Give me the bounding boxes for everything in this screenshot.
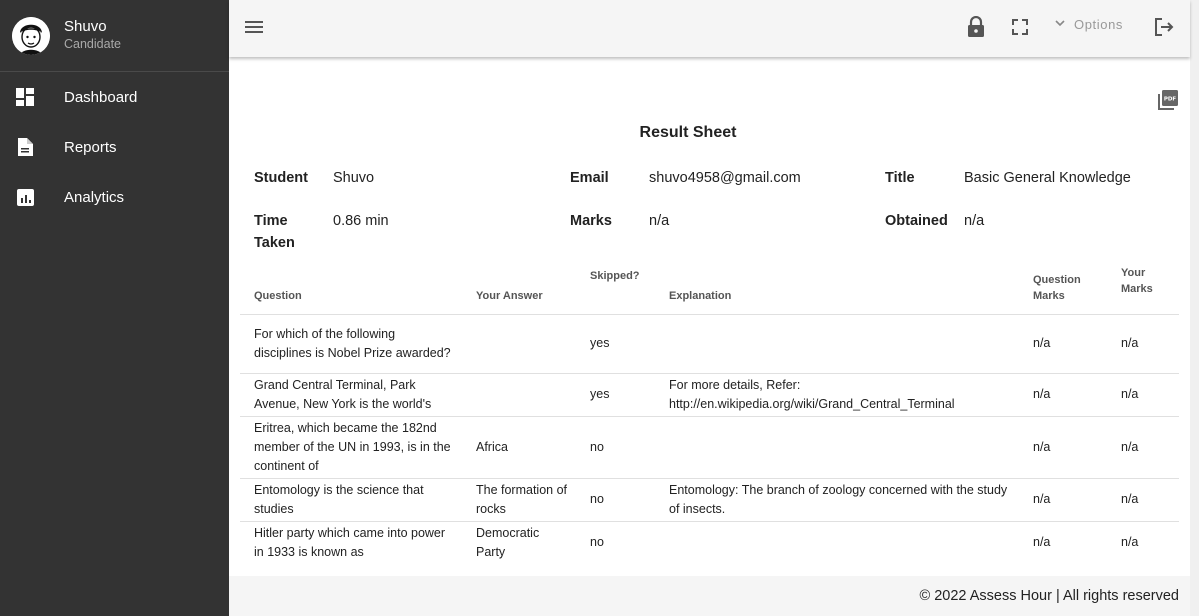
table-header-row: Question Your Answer Skipped? Explanatio… [240,260,1179,315]
email-value: shuvo4958@gmail.com [649,170,801,186]
your-marks-cell: n/a [1121,535,1139,550]
table-row: Hitler party which came into power in 19… [240,521,1179,564]
column-header-label: Your Marks [1121,266,1153,295]
marks-value: n/a [649,213,670,229]
explanation-cell [655,416,1019,479]
skipped-cell: no [576,416,655,479]
answer-cell: Democratic Party [476,525,540,559]
sidebar-item-dashboard[interactable]: Dashboard [0,72,229,122]
fullscreen-icon[interactable] [1011,18,1029,41]
obtained-value: n/a [964,213,985,229]
page-title: Result Sheet [639,124,737,141]
question-marks-cell: n/a [1019,373,1107,417]
student-label: Student [254,170,308,186]
sidebar-item-label: Reports [64,138,117,156]
explanation-cell: For more details, Refer: http://en.wikip… [655,373,1019,417]
table-row: Grand Central Terminal, Park Avenue, New… [240,373,1179,417]
chevron-down-icon [1054,17,1066,32]
your-marks-cell: n/a [1107,373,1179,417]
question-marks-cell: n/a [1019,314,1107,374]
table-row: For which of the following disciplines i… [240,314,1179,374]
student-value: Shuvo [333,170,375,186]
column-header-skipped: Skipped? [576,260,655,315]
column-header-your-answer: Your Answer [462,260,576,315]
time-taken-label: Time Taken [254,213,295,251]
scrollbar[interactable] [1190,0,1199,616]
sidebar-item-label: Dashboard [64,88,138,106]
avatar[interactable] [12,16,50,55]
explanation-cell: Entomology: The branch of zoology concer… [655,478,1019,522]
column-header-label: Question Marks [1033,273,1081,302]
menu-icon[interactable] [244,17,264,37]
sidebar-item-analytics[interactable]: Analytics [0,172,229,222]
top-bar: Options [229,0,1190,57]
your-marks-cell: n/a [1107,478,1179,522]
obtained-label: Obtained [885,213,948,229]
options-dropdown[interactable]: Options [1054,17,1123,32]
answer-cell [462,314,576,374]
question-marks-cell: n/a [1019,416,1107,479]
your-marks-cell: n/a [1107,314,1179,374]
question-cell: For which of the following disciplines i… [240,314,462,374]
column-header-question: Question [240,260,462,315]
svg-text:PDF: PDF [1164,97,1177,103]
copyright-text: © 2022 Assess Hour | All rights reserved [919,588,1179,604]
logout-icon[interactable] [1153,16,1175,43]
pdf-download-icon[interactable]: PDF [1158,90,1178,115]
lock-icon[interactable] [967,15,985,43]
sidebar-item-label: Analytics [64,188,125,206]
question-cell: Entomology is the science that studies [240,478,462,522]
question-cell: Grand Central Terminal, Park Avenue, New… [240,373,462,417]
profile-name: Shuvo [64,18,107,36]
result-sheet-card: PDF Result Sheet Student Shuvo Email shu… [229,57,1190,576]
sidebar: Shuvo Candidate Dashboard Reports Analyt… [0,0,229,616]
title-label: Title [885,170,915,186]
question-marks-cell: n/a [1033,535,1051,550]
column-header-question-marks: Question Marks [1019,260,1107,315]
question-marks-cell: n/a [1019,478,1107,522]
skipped-cell: yes [576,314,655,374]
explanation-cell [655,314,1019,374]
document-icon [16,138,34,156]
user-profile: Shuvo Candidate [0,0,229,72]
column-header-your-marks: Your Marks [1107,260,1179,315]
question-cell: Hitler party which came into power in 19… [254,525,446,559]
table-row: Entomology is the science that studies T… [240,478,1179,522]
answer-cell [462,373,576,417]
time-taken-value: 0.86 min [333,213,389,229]
analytics-icon [16,188,34,206]
question-cell: Eritrea, which became the 182nd member o… [240,416,462,479]
options-label: Options [1074,17,1124,32]
results-table: Question Your Answer Skipped? Explanatio… [240,260,1179,564]
column-header-explanation: Explanation [655,260,1019,315]
dashboard-icon [16,88,34,106]
skipped-cell: no [576,478,655,522]
skipped-cell: no [590,535,604,550]
sidebar-item-reports[interactable]: Reports [0,122,229,172]
table-row: Eritrea, which became the 182nd member o… [240,416,1179,479]
explanation-cell [655,521,1019,564]
title-value: Basic General Knowledge [964,170,1131,186]
profile-role: Candidate [64,37,121,52]
marks-label: Marks [570,213,612,229]
email-label: Email [570,170,609,186]
your-marks-cell: n/a [1107,416,1179,479]
answer-cell: The formation of rocks [462,478,576,522]
answer-cell: Africa [462,416,576,479]
footer: © 2022 Assess Hour | All rights reserved [229,576,1190,616]
skipped-cell: yes [576,373,655,417]
